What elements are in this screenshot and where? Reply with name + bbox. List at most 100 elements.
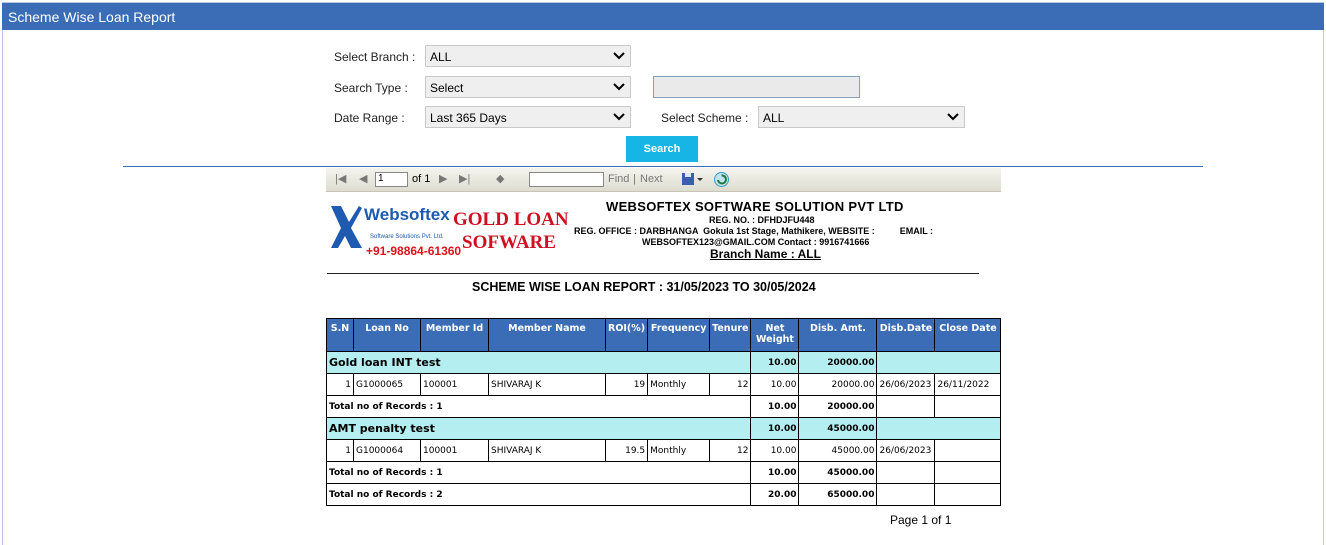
panel-title: Scheme Wise Loan Report bbox=[2, 3, 1324, 30]
cell-close-date: 26/11/2022 bbox=[934, 373, 1002, 396]
cell-roi: 19.5 bbox=[604, 439, 649, 462]
search-type-select[interactable]: Select bbox=[425, 76, 631, 98]
search-text-input[interactable] bbox=[653, 76, 860, 98]
total-label: Total no of Records : 1 bbox=[325, 395, 752, 418]
search-button[interactable]: Search bbox=[626, 136, 698, 162]
cell-net-weight: 10.00 bbox=[750, 439, 800, 462]
cell-net-weight: 10.00 bbox=[750, 373, 800, 396]
logo-wordmark: Websoftex bbox=[364, 205, 450, 224]
page-number-input[interactable]: 1 bbox=[375, 172, 408, 187]
column-header: Member Id bbox=[420, 318, 489, 352]
group-name: AMT penalty test bbox=[325, 417, 752, 440]
refresh-icon[interactable] bbox=[713, 171, 730, 188]
column-header: Tenure bbox=[709, 318, 752, 352]
cell-tenure: 12 bbox=[709, 439, 752, 462]
group-row: Gold loan INT test 10.00 20000.00 bbox=[325, 351, 1002, 374]
table-row: 1 G1000065 100001 SHIVARAJ K 19 Monthly … bbox=[326, 373, 1002, 396]
column-header: Disb.Date bbox=[876, 318, 936, 352]
chevron-down-icon bbox=[613, 113, 625, 121]
grand-total-label: Total no of Records : 2 bbox=[325, 483, 752, 506]
cell-disb-amt: 20000.00 bbox=[798, 373, 878, 396]
cell-member-name: SHIVARAJ K bbox=[488, 373, 606, 396]
cell-member-id: 100001 bbox=[420, 373, 489, 396]
search-type-label: Search Type : bbox=[334, 81, 408, 95]
first-page-icon[interactable]: |◀ bbox=[335, 172, 346, 185]
branch-value: ALL bbox=[430, 50, 452, 64]
back-icon[interactable]: ◆ bbox=[496, 172, 504, 185]
total-weight: 10.00 bbox=[750, 395, 800, 418]
websoftex-logo-icon bbox=[331, 206, 362, 248]
table-row: 1 G1000064 100001 SHIVARAJ K 19.5 Monthl… bbox=[326, 439, 1002, 462]
cell-close-date bbox=[934, 439, 1002, 462]
cell-disb-amt: 45000.00 bbox=[798, 439, 878, 462]
branch-name: Branch Name : ALL bbox=[710, 247, 821, 261]
cell-frequency: Monthly bbox=[647, 439, 711, 462]
next-link[interactable]: Next bbox=[640, 173, 663, 185]
search-type-value: Select bbox=[430, 81, 464, 95]
total-amount: 45000.00 bbox=[798, 461, 878, 484]
report-title: SCHEME WISE LOAN REPORT : 31/05/2023 TO … bbox=[472, 280, 816, 294]
grand-total-amount: 65000.00 bbox=[798, 483, 878, 506]
chevron-down-icon bbox=[947, 113, 959, 121]
cell-loan-no: G1000065 bbox=[353, 373, 421, 396]
column-header: Member Name bbox=[488, 318, 606, 352]
group-weight: 10.00 bbox=[750, 417, 800, 440]
cell-member-name: SHIVARAJ K bbox=[488, 439, 606, 462]
column-header: Loan No bbox=[353, 318, 421, 352]
total-label: Total no of Records : 1 bbox=[325, 461, 752, 484]
product-title-line1: GOLD LOAN bbox=[453, 209, 569, 230]
total-weight: 10.00 bbox=[750, 461, 800, 484]
branch-label: Select Branch : bbox=[334, 50, 416, 64]
table-header: S.N Loan No Member Id Member Name ROI(%)… bbox=[326, 318, 1002, 352]
scheme-value: ALL bbox=[763, 111, 785, 125]
cell-frequency: Monthly bbox=[647, 373, 711, 396]
reg-office: REG. OFFICE : DARBHANGA Gokula 1st Stage… bbox=[574, 226, 934, 236]
contact-line: WEBSOFTEX123@GMAIL.COM Contact : 9916741… bbox=[642, 237, 870, 247]
find-link[interactable]: Find bbox=[608, 173, 629, 185]
group-amount: 45000.00 bbox=[798, 417, 878, 440]
date-range-value: Last 365 Days bbox=[430, 111, 507, 125]
prev-page-icon[interactable]: ◀ bbox=[359, 172, 367, 185]
next-page-icon[interactable]: ▶ bbox=[439, 172, 447, 185]
cell-tenure: 12 bbox=[709, 373, 752, 396]
total-amount: 20000.00 bbox=[798, 395, 878, 418]
cell-member-id: 100001 bbox=[420, 439, 489, 462]
report-header-rule bbox=[327, 273, 979, 274]
group-name: Gold loan INT test bbox=[325, 351, 752, 374]
grand-total-row: Total no of Records : 2 20.00 65000.00 bbox=[325, 483, 1002, 506]
find-input[interactable] bbox=[529, 172, 604, 187]
report-viewer-toolbar: |◀ ◀ 1 of 1 ▶ ▶| ◆ Find | Next bbox=[326, 168, 1001, 192]
export-icon[interactable] bbox=[681, 171, 705, 187]
column-header: Net Weight bbox=[750, 318, 800, 352]
chevron-down-icon bbox=[613, 83, 625, 91]
scheme-select[interactable]: ALL bbox=[758, 106, 965, 128]
group-amount: 20000.00 bbox=[798, 351, 878, 374]
divider bbox=[123, 166, 1203, 167]
group-weight: 10.00 bbox=[750, 351, 800, 374]
column-header: Frequency bbox=[647, 318, 711, 352]
scheme-label: Select Scheme : bbox=[661, 111, 749, 125]
company-name: WEBSOFTEX SOFTWARE SOLUTION PVT LTD bbox=[606, 199, 904, 214]
total-row: Total no of Records : 1 10.00 20000.00 bbox=[325, 395, 1002, 418]
page-indicator: Page 1 of 1 bbox=[890, 513, 952, 527]
find-separator: | bbox=[633, 173, 636, 185]
cell-roi: 19 bbox=[604, 373, 649, 396]
date-range-select[interactable]: Last 365 Days bbox=[425, 106, 631, 128]
group-row: AMT penalty test 10.00 45000.00 bbox=[325, 417, 1002, 440]
branch-select[interactable]: ALL bbox=[425, 45, 631, 67]
cell-loan-no: G1000064 bbox=[353, 439, 421, 462]
grand-total-weight: 20.00 bbox=[750, 483, 800, 506]
column-header: ROI(%) bbox=[604, 318, 649, 352]
product-title-line2: SOFWARE bbox=[462, 232, 556, 253]
date-range-label: Date Range : bbox=[334, 111, 405, 125]
cell-sn: 1 bbox=[326, 373, 354, 396]
page-count: of 1 bbox=[412, 173, 431, 185]
cell-disb-date: 26/06/2023 bbox=[876, 373, 936, 396]
cell-sn: 1 bbox=[326, 439, 354, 462]
loan-table: S.N Loan No Member Id Member Name ROI(%)… bbox=[325, 318, 1002, 506]
logo-phone: +91-98864-61360 bbox=[366, 244, 462, 258]
cell-disb-date: 26/06/2023 bbox=[876, 439, 936, 462]
total-row: Total no of Records : 1 10.00 45000.00 bbox=[325, 461, 1002, 484]
reg-number: REG. NO. : DFHDJFU448 bbox=[709, 215, 815, 225]
last-page-icon[interactable]: ▶| bbox=[459, 172, 470, 185]
